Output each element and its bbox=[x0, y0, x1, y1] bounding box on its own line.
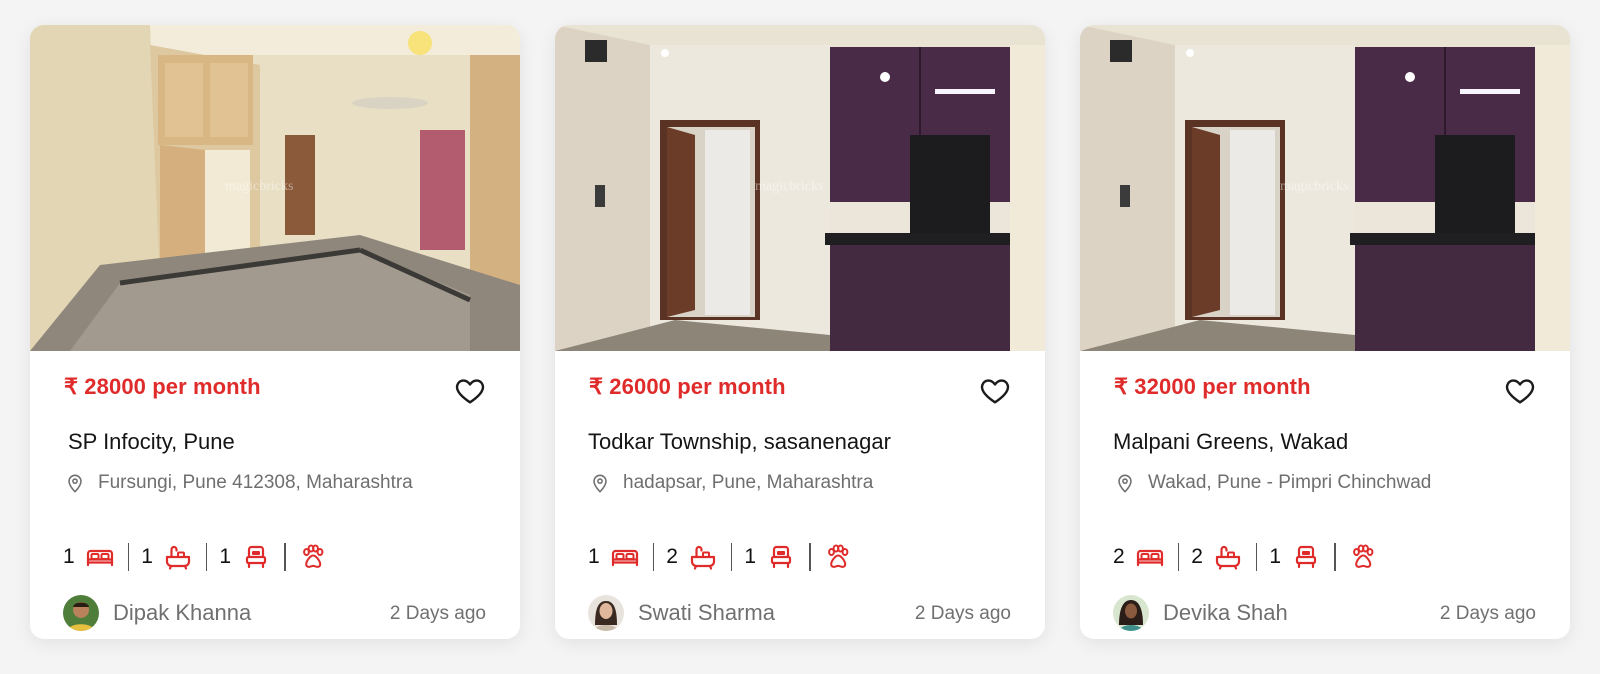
bed-icon bbox=[610, 544, 640, 570]
bathtub-icon bbox=[1213, 544, 1243, 570]
divider bbox=[1177, 543, 1180, 571]
pets-feature bbox=[823, 544, 853, 570]
beds-feature: 1 bbox=[219, 544, 271, 570]
listing-cards: magicbricks ₹ 28000 per month SP Infocit… bbox=[0, 0, 1600, 674]
bathtub-icon bbox=[163, 544, 193, 570]
listing-location: hadapsar, Pune, Maharashtra bbox=[589, 469, 873, 497]
owner-name: Dipak Khanna bbox=[113, 600, 252, 625]
divider bbox=[652, 543, 655, 571]
listing-photo[interactable]: magicbricks bbox=[1080, 25, 1570, 351]
svg-text:magicbricks: magicbricks bbox=[1280, 179, 1348, 194]
listing-card[interactable]: magicbricks ₹ 32000 per month Malpani Gr… bbox=[1080, 25, 1570, 639]
beds-count: 1 bbox=[219, 545, 232, 568]
owner-info[interactable]: Swati Sharma bbox=[588, 595, 775, 631]
owner-name: Devika Shah bbox=[1163, 600, 1288, 625]
bathrooms-feature: 2 bbox=[666, 544, 718, 570]
bedrooms-count: 1 bbox=[63, 545, 75, 568]
svg-text:magicbricks: magicbricks bbox=[225, 179, 293, 194]
bed-icon bbox=[85, 544, 115, 570]
heart-outline-icon[interactable] bbox=[1504, 375, 1536, 407]
listing-features: 1 1 1 bbox=[63, 541, 328, 573]
listing-title[interactable]: Todkar Township, sasanenagar bbox=[588, 429, 891, 455]
paw-icon bbox=[823, 544, 853, 570]
divider bbox=[1255, 543, 1258, 571]
location-text: hadapsar, Pune, Maharashtra bbox=[623, 472, 874, 493]
bedrooms-count: 2 bbox=[1113, 545, 1125, 568]
price-label: ₹ 26000 per month bbox=[589, 374, 786, 399]
divider bbox=[1334, 543, 1336, 571]
divider bbox=[284, 543, 286, 571]
room-photo: magicbricks bbox=[555, 25, 1045, 351]
avatar bbox=[1113, 595, 1149, 631]
room-photo: magicbricks bbox=[1080, 25, 1570, 351]
map-pin-icon bbox=[589, 472, 611, 494]
beds-feature: 1 bbox=[1269, 544, 1321, 570]
pets-feature bbox=[298, 544, 328, 570]
listing-title[interactable]: Malpani Greens, Wakad bbox=[1113, 429, 1348, 455]
single-bed-icon bbox=[766, 544, 796, 570]
listing-features: 1 2 1 bbox=[588, 541, 853, 573]
bathrooms-feature: 1 bbox=[141, 544, 193, 570]
divider bbox=[730, 543, 733, 571]
avatar bbox=[588, 595, 624, 631]
paw-icon bbox=[1348, 544, 1378, 570]
heart-outline-icon[interactable] bbox=[979, 375, 1011, 407]
bathrooms-feature: 2 bbox=[1191, 544, 1243, 570]
heart-outline-icon[interactable] bbox=[454, 375, 486, 407]
beds-count: 1 bbox=[744, 545, 757, 568]
price-label: ₹ 28000 per month bbox=[64, 374, 261, 399]
divider bbox=[127, 543, 130, 571]
bathrooms-count: 1 bbox=[141, 545, 153, 568]
listing-location: Wakad, Pune - Pimpri Chinchwad bbox=[1114, 469, 1431, 497]
bathrooms-count: 2 bbox=[1191, 545, 1203, 568]
room-photo: magicbricks bbox=[30, 25, 520, 351]
divider bbox=[205, 543, 208, 571]
listing-title[interactable]: SP Infocity, Pune bbox=[68, 429, 235, 455]
owner-name: Swati Sharma bbox=[638, 600, 775, 625]
bathtub-icon bbox=[688, 544, 718, 570]
posted-time: 2 Days ago bbox=[1439, 603, 1536, 624]
divider bbox=[809, 543, 811, 571]
listing-photo[interactable]: magicbricks bbox=[555, 25, 1045, 351]
beds-count: 1 bbox=[1269, 545, 1282, 568]
svg-text:magicbricks: magicbricks bbox=[755, 179, 823, 194]
posted-time: 2 Days ago bbox=[914, 603, 1011, 624]
bedrooms-feature: 2 bbox=[1113, 544, 1165, 570]
listing-card[interactable]: magicbricks ₹ 28000 per month SP Infocit… bbox=[30, 25, 520, 639]
map-pin-icon bbox=[1114, 472, 1136, 494]
single-bed-icon bbox=[241, 544, 271, 570]
location-text: Wakad, Pune - Pimpri Chinchwad bbox=[1148, 472, 1432, 493]
listing-location: Fursungi, Pune 412308, Maharashtra bbox=[64, 469, 413, 497]
location-text: Fursungi, Pune 412308, Maharashtra bbox=[98, 472, 413, 493]
listing-features: 2 2 1 bbox=[1113, 541, 1378, 573]
avatar bbox=[63, 595, 99, 631]
listing-photo[interactable]: magicbricks bbox=[30, 25, 520, 351]
posted-time: 2 Days ago bbox=[389, 603, 486, 624]
owner-info[interactable]: Dipak Khanna bbox=[63, 595, 251, 631]
pets-feature bbox=[1348, 544, 1378, 570]
listing-card[interactable]: magicbricks ₹ 26000 per month Todkar Tow… bbox=[555, 25, 1045, 639]
bedrooms-count: 1 bbox=[588, 545, 600, 568]
bedrooms-feature: 1 bbox=[588, 544, 640, 570]
price-label: ₹ 32000 per month bbox=[1114, 374, 1311, 399]
bedrooms-feature: 1 bbox=[63, 544, 115, 570]
map-pin-icon bbox=[64, 472, 86, 494]
bed-icon bbox=[1135, 544, 1165, 570]
owner-info[interactable]: Devika Shah bbox=[1113, 595, 1288, 631]
single-bed-icon bbox=[1291, 544, 1321, 570]
beds-feature: 1 bbox=[744, 544, 796, 570]
bathrooms-count: 2 bbox=[666, 545, 678, 568]
paw-icon bbox=[298, 544, 328, 570]
